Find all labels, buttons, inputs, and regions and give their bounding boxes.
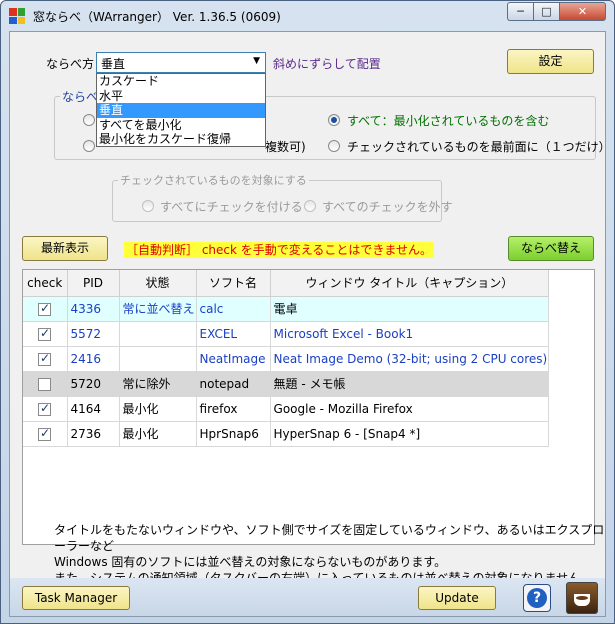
row-checkbox[interactable] <box>38 377 51 391</box>
dropdown-option-horizontal[interactable]: 水平 <box>97 89 265 104</box>
row-state: 常に除外 <box>119 371 197 397</box>
row-checkbox[interactable] <box>38 301 51 316</box>
dropdown-option-vertical[interactable]: 垂直 <box>97 103 265 118</box>
settings-button[interactable]: 設定 <box>507 49 594 74</box>
row-title: Neat Image Demo (32-bit; using 2 CPU cor… <box>270 346 550 372</box>
arrange-dropdown-list: カスケード 水平 垂直 すべてを最小化 最小化をカスケード復帰 <box>96 73 266 147</box>
column-header-check[interactable]: check <box>23 270 68 297</box>
arrange-button[interactable]: ならべ替え <box>508 236 594 261</box>
radio-checked-front-label: チェックされているものを最前面に（１つだけ） <box>347 140 611 154</box>
row-app: NeatImage <box>196 346 271 372</box>
client-area: ならべ方 垂直 ▼ 斜めにずらして配置 設定 カスケード 水平 垂直 すべてを最… <box>9 31 611 617</box>
title-bar[interactable]: 窓ならべ（WArranger） Ver. 1.36.5 (0609) ─ □ ✕ <box>1 1 614 31</box>
row-checkbox[interactable] <box>38 351 51 366</box>
row-state <box>119 321 197 347</box>
maximize-button[interactable]: □ <box>533 2 560 21</box>
table-header-row: check PID 状態 ソフト名 ウィンドウ タイトル（キャプション） <box>23 270 550 297</box>
radio-uncheck-all[interactable] <box>304 200 316 212</box>
row-title: 無題 - メモ帳 <box>270 371 550 397</box>
row-pid: 2736 <box>67 421 120 447</box>
row-title: Microsoft Excel - Book1 <box>270 321 550 347</box>
column-header-state[interactable]: 状態 <box>119 270 197 297</box>
refresh-button[interactable]: 最新表示 <box>22 236 108 261</box>
table-row[interactable]: 5572 EXCEL Microsoft Excel - Book1 <box>23 321 550 347</box>
radio-check-all-label: すべてにチェックを付ける <box>160 200 303 214</box>
close-button[interactable]: ✕ <box>559 2 606 21</box>
arrange-combo-value: 垂直 <box>101 57 126 71</box>
radio-check-all[interactable] <box>142 200 154 212</box>
row-app: calc <box>196 296 271 322</box>
table-row[interactable]: 4164 最小化 firefox Google - Mozilla Firefo… <box>23 396 550 422</box>
radio-target-2-label: 複数可) <box>265 140 306 154</box>
minimize-button[interactable]: ─ <box>507 2 534 21</box>
help-icon[interactable]: ? <box>523 584 551 612</box>
check-group-title: チェックされているものを対象にする <box>118 172 309 188</box>
row-title: HyperSnap 6 - [Snap4 *] <box>270 421 550 447</box>
row-pid: 5572 <box>67 321 120 347</box>
row-pid: 5720 <box>67 371 120 397</box>
row-app: HprSnap6 <box>196 421 271 447</box>
arrange-note: 斜めにずらして配置 <box>273 57 381 71</box>
row-pid: 4336 <box>67 296 120 322</box>
dropdown-option-minimize-all[interactable]: すべてを最小化 <box>97 118 265 133</box>
row-state: 最小化 <box>119 421 197 447</box>
table-row[interactable]: 2416 NeatImage Neat Image Demo (32-bit; … <box>23 346 550 372</box>
coffee-icon[interactable] <box>566 582 598 614</box>
radio-checked-front[interactable] <box>328 140 340 152</box>
row-state: 最小化 <box>119 396 197 422</box>
row-app: EXCEL <box>196 321 271 347</box>
target-group-title: ならべ <box>60 88 101 105</box>
row-title: 電卓 <box>270 296 550 322</box>
row-pid: 4164 <box>67 396 120 422</box>
column-header-pid[interactable]: PID <box>67 270 120 297</box>
help-icon-glyph: ? <box>527 588 547 608</box>
update-button[interactable]: Update <box>418 586 496 610</box>
dropdown-option-cascade[interactable]: カスケード <box>97 74 265 89</box>
row-checkbox[interactable] <box>38 401 51 416</box>
info-line: タイトルをもたないウィンドウや、ソフト側でサイズを固定しているウィンドウ、あるい… <box>54 523 605 553</box>
arrange-combo[interactable]: 垂直 ▼ <box>96 52 266 73</box>
row-state <box>119 346 197 372</box>
row-app: notepad <box>196 371 271 397</box>
row-checkbox[interactable] <box>38 426 51 441</box>
radio-all-incl-minimized-label: すべて：最小化されているものを含む <box>347 114 550 128</box>
app-window: 窓ならべ（WArranger） Ver. 1.36.5 (0609) ─ □ ✕… <box>0 0 615 624</box>
dropdown-option-restore-cascade[interactable]: 最小化をカスケード復帰 <box>97 132 265 147</box>
window-title: 窓ならべ（WArranger） Ver. 1.36.5 (0609) <box>33 10 281 24</box>
row-state: 常に並べ替え <box>119 296 197 322</box>
radio-all-incl-minimized[interactable] <box>328 114 340 126</box>
window-list-table: check PID 状態 ソフト名 ウィンドウ タイトル（キャプション） 433… <box>22 269 595 545</box>
column-header-app[interactable]: ソフト名 <box>196 270 271 297</box>
row-checkbox[interactable] <box>38 326 51 341</box>
chevron-down-icon[interactable]: ▼ <box>253 56 260 66</box>
info-line: Windows 固有のソフトには並べ替えの対象にならないものがあります。 <box>54 555 447 569</box>
table-row[interactable]: 2736 最小化 HprSnap6 HyperSnap 6 - [Snap4 *… <box>23 421 550 447</box>
radio-uncheck-all-label: すべてのチェックを外す <box>322 200 453 214</box>
radio-target-2[interactable] <box>83 140 95 152</box>
app-icon <box>9 8 25 24</box>
column-header-title[interactable]: ウィンドウ タイトル（キャプション） <box>270 270 550 297</box>
auto-judge-warning: ［自動判断］ check を手動で変えることはできません。 <box>124 242 435 258</box>
row-pid: 2416 <box>67 346 120 372</box>
arrange-label: ならべ方 <box>46 57 95 71</box>
radio-target-1[interactable] <box>83 114 95 126</box>
task-manager-button[interactable]: Task Manager <box>22 586 130 610</box>
info-text: タイトルをもたないウィンドウや、ソフト側でサイズを固定しているウィンドウ、あるい… <box>54 522 605 586</box>
row-app: firefox <box>196 396 271 422</box>
table-row[interactable]: 4336 常に並べ替え calc 電卓 <box>23 296 550 322</box>
table-row[interactable]: 5720 常に除外 notepad 無題 - メモ帳 <box>23 371 550 397</box>
row-title: Google - Mozilla Firefox <box>270 396 550 422</box>
